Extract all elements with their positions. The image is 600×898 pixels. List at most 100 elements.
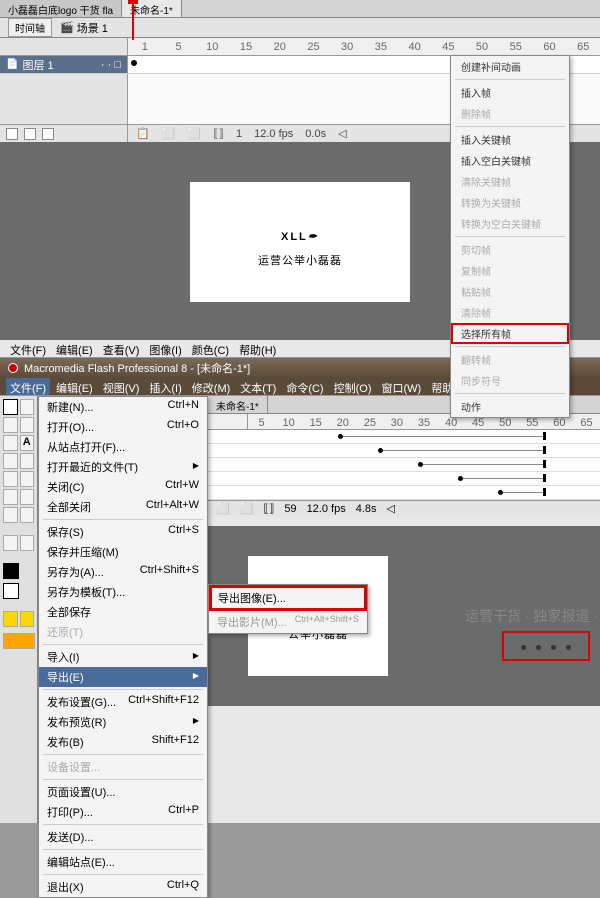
fm-编辑站点(E)...[interactable]: 编辑站点(E)... [39, 852, 207, 872]
fm-设备设置...[interactable]: 设备设置... [39, 757, 207, 777]
brush-tool[interactable] [20, 471, 35, 487]
fm-发布设置(G)...[interactable]: 发布设置(G)...Ctrl+Shift+F12 [39, 692, 207, 712]
fm-保存并压缩(M)[interactable]: 保存并压缩(M) [39, 542, 207, 562]
fm-全部关闭[interactable]: 全部关闭Ctrl+Alt+W [39, 497, 207, 517]
fps: 12.0 fps [254, 128, 293, 140]
fm-从站点打开(F)...[interactable]: 从站点打开(F)... [39, 437, 207, 457]
text-tool[interactable]: A [20, 435, 35, 451]
frame-info-2: ⬜⬜⟦⟧ 59 12.0 fps 4.8s ◁ [208, 500, 600, 516]
ctx-插入空白关键帧[interactable]: 插入空白关键帧 [451, 150, 569, 171]
ctx-动作[interactable]: 动作 [451, 396, 569, 417]
swap-colors[interactable] [3, 611, 18, 627]
menu-查看(V)[interactable]: 查看(V) [99, 340, 144, 357]
ctx-转换为关键帧: 转换为关键帧 [451, 192, 569, 213]
menu2-修改(M)[interactable]: 修改(M) [188, 378, 235, 395]
oval-tool[interactable] [3, 453, 18, 469]
fm-还原(T)[interactable]: 还原(T) [39, 622, 207, 642]
fill-color[interactable] [3, 583, 19, 599]
document-tabs: 小磊磊白底logo 干货 fla 未命名-1* [0, 0, 600, 18]
artboard[interactable]: XLL✒ 运营公举小磊磊 [190, 182, 410, 302]
sm-导出图像(E)...[interactable]: 导出图像(E)... [209, 585, 367, 611]
menu-文件(F)[interactable]: 文件(F) [6, 340, 50, 357]
fm-打印(P)...[interactable]: 打印(P)...Ctrl+P [39, 802, 207, 822]
fm-关闭(C)[interactable]: 关闭(C)Ctrl+W [39, 477, 207, 497]
ctx-粘贴帧: 粘贴帧 [451, 281, 569, 302]
ctx-选择所有帧[interactable]: 选择所有帧 [451, 323, 569, 344]
zoom-tool[interactable] [20, 535, 35, 551]
fm-另存为(A)...[interactable]: 另存为(A)...Ctrl+Shift+S [39, 562, 207, 582]
delete-layer-icon[interactable] [42, 128, 54, 140]
fm-导入(I)[interactable]: 导入(I)▶ [39, 647, 207, 667]
time: 0.0s [305, 128, 326, 140]
fm-打开(O)...[interactable]: 打开(O)...Ctrl+O [39, 417, 207, 437]
add-folder-icon[interactable] [24, 128, 36, 140]
fm-新建(N)...[interactable]: 新建(N)...Ctrl+N [39, 397, 207, 417]
layer-tools [0, 125, 128, 142]
menu-编辑(E)[interactable]: 编辑(E) [52, 340, 97, 357]
menu2-控制(O)[interactable]: 控制(O) [330, 378, 376, 395]
fm-发送(D)...[interactable]: 发送(D)... [39, 827, 207, 847]
bucket-tool[interactable] [3, 489, 18, 505]
context-menu: 创建补间动画插入帧删除帧插入关键帧插入空白关键帧清除关键帧转换为关键帧转换为空白… [450, 55, 570, 418]
file-menu: 新建(N)...Ctrl+N打开(O)...Ctrl+O从站点打开(F)...打… [38, 396, 208, 898]
menu2-插入(I)[interactable]: 插入(I) [145, 378, 185, 395]
ctx-复制帧: 复制帧 [451, 260, 569, 281]
side-text: 运营干货 · 独家报道 · 商业 [465, 606, 600, 626]
menu2-编辑(E)[interactable]: 编辑(E) [52, 378, 97, 395]
options[interactable] [3, 633, 35, 649]
fm-全部保存[interactable]: 全部保存 [39, 602, 207, 622]
menu2-文件(F)[interactable]: 文件(F) [6, 378, 50, 395]
top-panel: 小磊磊白底logo 干货 fla 未命名-1* 时间轴 🎬场景 1 151015… [0, 0, 600, 340]
ctx-剪切帧: 剪切帧 [451, 239, 569, 260]
rect-tool[interactable] [20, 453, 35, 469]
eyedropper-tool[interactable] [3, 507, 18, 523]
logo-sub: 运营公举小磊磊 [258, 252, 342, 268]
ctx-插入帧[interactable]: 插入帧 [451, 82, 569, 103]
ctx-清除关键帧: 清除关键帧 [451, 171, 569, 192]
pencil-tool[interactable] [3, 471, 18, 487]
menu-帮助(H)[interactable]: 帮助(H) [235, 340, 280, 357]
fm-退出(X)[interactable]: 退出(X)Ctrl+Q [39, 877, 207, 897]
eraser-tool[interactable] [20, 507, 35, 523]
logo-main: XLL✒ [281, 216, 319, 248]
ctx-同步符号: 同步符号 [451, 370, 569, 391]
timeline-label[interactable]: 时间轴 [8, 18, 52, 37]
fm-发布(B)[interactable]: 发布(B)Shift+F12 [39, 732, 207, 752]
menu2-文本(T)[interactable]: 文本(T) [236, 378, 280, 395]
pen-tool[interactable] [3, 435, 18, 451]
menu2-视图(V)[interactable]: 视图(V) [99, 378, 144, 395]
menu2-命令(C)[interactable]: 命令(C) [282, 378, 327, 395]
ink-tool[interactable] [20, 489, 35, 505]
menu2-窗口(W)[interactable]: 窗口(W) [378, 378, 426, 395]
layers-2[interactable] [208, 430, 600, 500]
add-layer-icon[interactable] [6, 128, 18, 140]
fm-另存为模板(T)...[interactable]: 另存为模板(T)... [39, 582, 207, 602]
hand-tool[interactable] [3, 535, 18, 551]
selection-tool[interactable] [3, 399, 18, 415]
layer-name[interactable]: 📄 图层 1 · · □ [0, 56, 128, 73]
fm-导出(E)[interactable]: 导出(E)▶ [39, 667, 207, 687]
line-tool[interactable] [20, 417, 35, 433]
fm-打开最近的文件(T)[interactable]: 打开最近的文件(T)▶ [39, 457, 207, 477]
tab-doc[interactable]: 未命名-1* [208, 396, 268, 413]
lasso-tool[interactable] [3, 417, 18, 433]
keyframe[interactable] [131, 60, 137, 66]
playhead[interactable] [132, 0, 134, 40]
scene-selector[interactable]: 🎬场景 1 [60, 20, 108, 36]
timeline-toolbar: 时间轴 🎬场景 1 [0, 18, 600, 38]
ctx-插入关键帧[interactable]: 插入关键帧 [451, 129, 569, 150]
menu-颜色(C)[interactable]: 颜色(C) [188, 340, 233, 357]
tab-1[interactable]: 小磊磊白底logo 干货 fla [0, 0, 122, 17]
ctx-创建补间动画[interactable]: 创建补间动画 [451, 56, 569, 77]
timeline-ruler[interactable]: 15101520253035404550556065 [0, 38, 600, 56]
ctx-转换为空白关键帧: 转换为空白关键帧 [451, 213, 569, 234]
current-frame: 1 [236, 128, 242, 140]
stroke-color[interactable] [3, 563, 19, 579]
fm-发布预览(R)[interactable]: 发布预览(R)▶ [39, 712, 207, 732]
fm-页面设置(U)...[interactable]: 页面设置(U)... [39, 782, 207, 802]
default-colors[interactable] [20, 611, 35, 627]
menu-图像(I)[interactable]: 图像(I) [145, 340, 185, 357]
fm-保存(S)[interactable]: 保存(S)Ctrl+S [39, 522, 207, 542]
subselect-tool[interactable] [20, 399, 35, 415]
sm-导出影片(M)...[interactable]: 导出影片(M)...Ctrl+Alt+Shift+S [209, 611, 367, 633]
